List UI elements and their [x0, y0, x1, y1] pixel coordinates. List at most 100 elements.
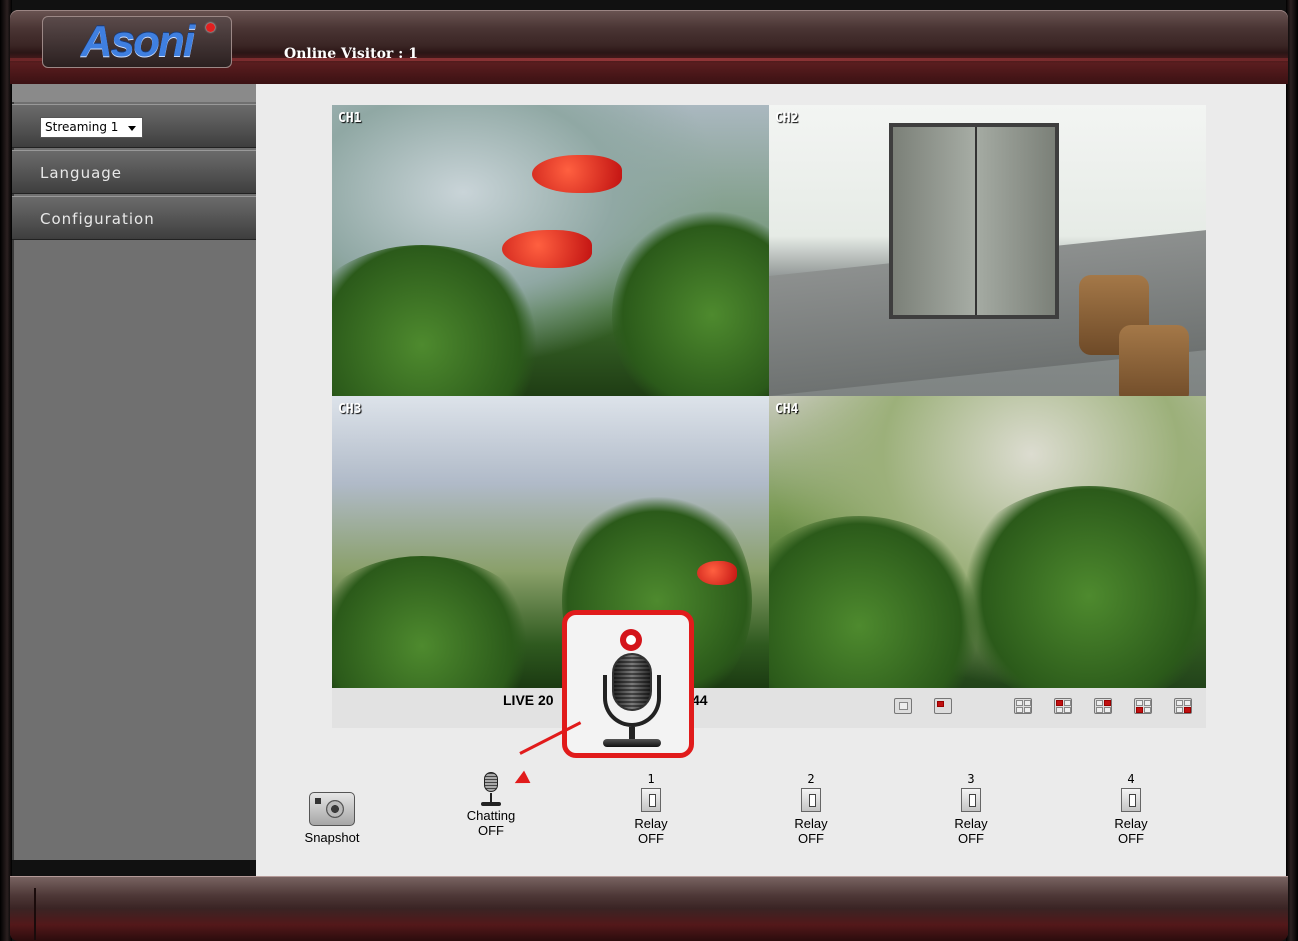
layout-grid-cell — [1184, 700, 1191, 706]
app-window: Asoni Online Visitor : 1 Streaming 1 Lan… — [0, 0, 1298, 941]
camera-tag: CH3 — [338, 402, 362, 417]
relay-switch-icon — [641, 788, 661, 812]
layout-grid-icon — [1096, 700, 1103, 706]
mic-base — [481, 802, 501, 806]
microphone-icon — [603, 653, 661, 749]
relay-label: Relay — [794, 816, 828, 831]
snapshot-button[interactable]: Snapshot — [302, 772, 362, 845]
layout-grid-cell — [1064, 707, 1071, 713]
sidebar-item-language[interactable]: Language — [12, 150, 256, 194]
layout-grid-cell — [1024, 707, 1031, 713]
layout-grid-cell — [1136, 707, 1143, 713]
camera-tag: CH1 — [338, 111, 362, 126]
relay-switch-icon — [1121, 788, 1141, 812]
chatting-state: OFF — [478, 823, 504, 838]
live-timestamp: LIVE 20 — [503, 692, 554, 708]
layout-pip-button[interactable] — [934, 698, 952, 714]
online-visitor-count: Online Visitor : 1 — [284, 46, 418, 62]
mic-stem — [629, 727, 635, 739]
plant-shape — [332, 245, 552, 396]
layout-ch2-button[interactable] — [1094, 698, 1112, 714]
relay-1-button[interactable]: 1 Relay OFF — [626, 772, 676, 846]
plant-shape — [949, 486, 1206, 688]
layout-grid-icon — [1136, 700, 1143, 706]
camera-tag: CH4 — [775, 402, 799, 417]
logo[interactable]: Asoni — [42, 16, 232, 68]
snapshot-label: Snapshot — [304, 830, 360, 845]
layout-single-icon — [899, 702, 908, 710]
relay-number: 4 — [1127, 772, 1135, 786]
layout-grid-cell — [1024, 700, 1031, 706]
relay-3-button[interactable]: 3 Relay OFF — [946, 772, 996, 846]
relay-switch-icon — [801, 788, 821, 812]
relay-label: Relay — [1114, 816, 1148, 831]
camera-view-ch2[interactable]: CH2 — [769, 105, 1206, 396]
relay-number: 2 — [807, 772, 815, 786]
window-frame-right — [1286, 0, 1298, 941]
layout-quad-button[interactable] — [1014, 698, 1032, 714]
microphone-icon — [480, 772, 502, 806]
relay-2-button[interactable]: 2 Relay OFF — [786, 772, 836, 846]
layout-grid-icon — [1016, 700, 1023, 706]
chatting-button[interactable]: Chatting OFF — [458, 772, 524, 838]
relay-label: Relay — [954, 816, 988, 831]
layout-grid-cell — [1016, 707, 1023, 713]
layout-ch1-button[interactable] — [1054, 698, 1072, 714]
layout-grid-cell — [1104, 700, 1111, 706]
sidebar-item-streaming: Streaming 1 — [12, 104, 256, 148]
layout-pip-icon — [937, 701, 944, 707]
plant-shape — [332, 556, 542, 688]
video-status-bar — [332, 688, 1206, 728]
streaming-select[interactable]: Streaming 1 — [40, 117, 143, 138]
layout-ch3-button[interactable] — [1134, 698, 1152, 714]
relay-state: OFF — [1118, 831, 1144, 846]
sidebar-top — [12, 84, 256, 102]
layout-single-button[interactable] — [894, 698, 912, 714]
layout-grid-cell — [1144, 707, 1151, 713]
relay-switch-icon — [961, 788, 981, 812]
camera-tag: CH2 — [775, 111, 799, 126]
camera-view-ch4[interactable]: CH4 — [769, 396, 1206, 688]
layout-grid-cell — [1104, 707, 1111, 713]
camera-view-ch3[interactable]: CH3 — [332, 396, 769, 688]
live-timestamp-end: 44 — [692, 692, 708, 708]
chair-shape — [1119, 325, 1189, 396]
mic-stem — [490, 793, 492, 802]
relay-label: Relay — [634, 816, 668, 831]
door-shape — [889, 123, 1059, 319]
relay-number: 3 — [967, 772, 975, 786]
logo-dot-icon — [206, 23, 215, 32]
fish-shape — [502, 230, 592, 268]
relay-state: OFF — [638, 831, 664, 846]
relay-4-button[interactable]: 4 Relay OFF — [1106, 772, 1156, 846]
camera-icon — [309, 792, 355, 826]
window-frame-left — [0, 0, 12, 941]
sidebar-item-label: Configuration — [40, 210, 155, 228]
sidebar-item-configuration[interactable]: Configuration — [12, 196, 256, 240]
relay-number: 1 — [647, 772, 655, 786]
camera-view-ch1[interactable]: CH1 — [332, 105, 769, 396]
plant-shape — [612, 205, 769, 396]
relay-state: OFF — [798, 831, 824, 846]
layout-ch4-button[interactable] — [1174, 698, 1192, 714]
layout-grid-cell — [1184, 707, 1191, 713]
relay-state: OFF — [958, 831, 984, 846]
mic-head — [484, 772, 498, 792]
footer-divider — [34, 888, 36, 940]
layout-grid-cell — [1144, 700, 1151, 706]
layout-grid-cell — [1056, 707, 1063, 713]
fish-shape — [697, 561, 737, 585]
logo-text: Asoni — [80, 17, 195, 66]
layout-grid-icon — [1176, 700, 1183, 706]
chatting-callout — [562, 610, 694, 758]
mic-head — [612, 653, 652, 711]
layout-grid-cell — [1064, 700, 1071, 706]
fish-shape — [532, 155, 622, 193]
sidebar-item-label: Language — [40, 164, 123, 182]
layout-grid-cell — [1176, 707, 1183, 713]
camera-grid: CH1 CH2 CH3 CH4 — [332, 105, 1206, 688]
footer-bar — [10, 876, 1288, 941]
dropdown-arrow-icon — [128, 126, 136, 131]
record-dot-icon — [620, 629, 642, 651]
